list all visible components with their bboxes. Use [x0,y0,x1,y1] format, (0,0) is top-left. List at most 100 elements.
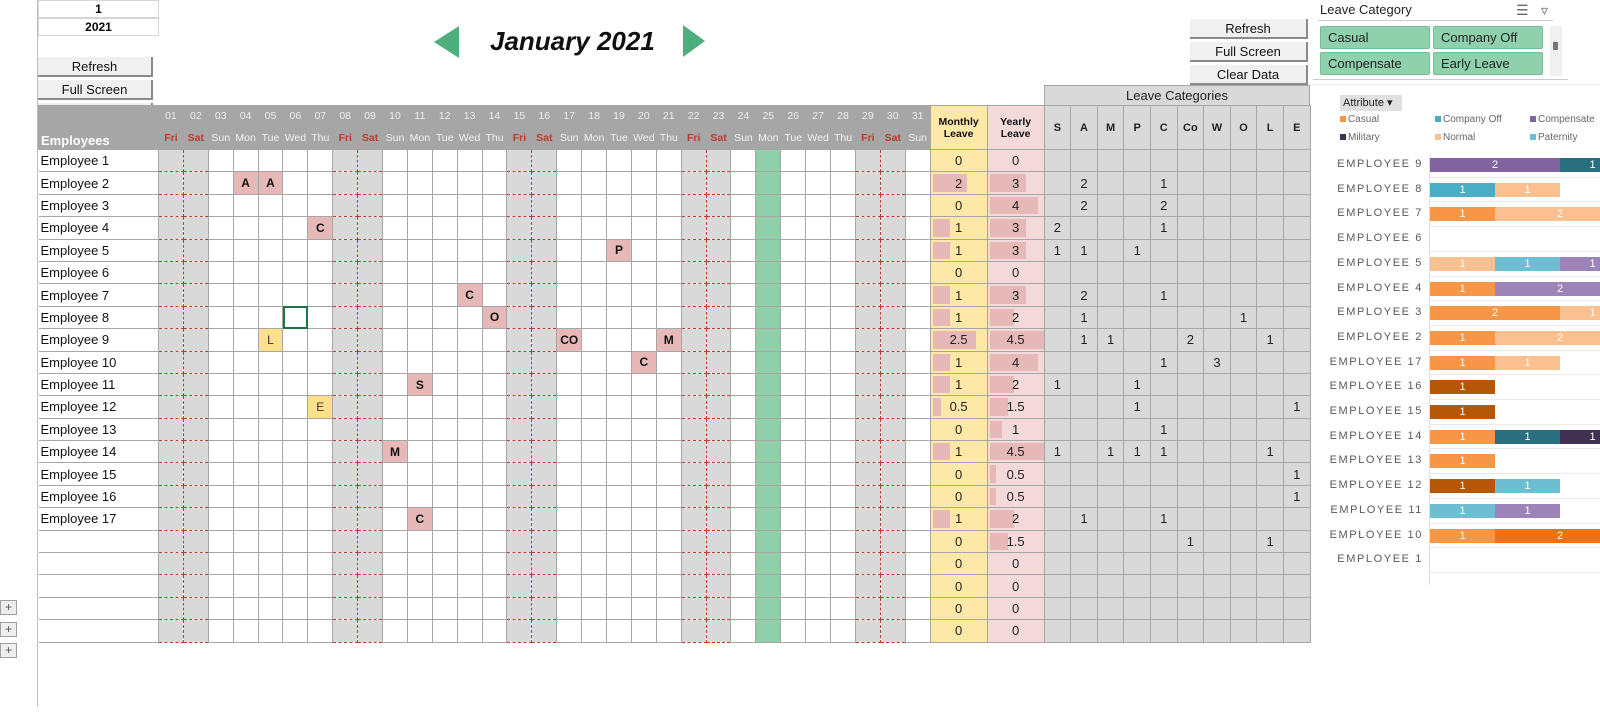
day-cell[interactable] [481,350,508,374]
day-cell[interactable] [506,193,533,218]
day-cell[interactable] [854,238,881,262]
day-cell[interactable] [730,305,757,330]
day-cell[interactable] [854,372,881,397]
day-cell[interactable] [207,260,234,285]
day-cell[interactable] [382,171,408,195]
day-cell[interactable] [680,417,707,442]
day-cell[interactable] [780,529,807,554]
day-cell[interactable] [655,596,682,621]
day-cell[interactable] [456,260,483,285]
day-cell[interactable] [606,372,632,397]
day-cell[interactable] [680,283,707,307]
day-cell[interactable] [382,507,408,531]
day-cell[interactable] [655,372,682,397]
day-cell[interactable] [481,529,508,554]
day-cell[interactable] [830,484,856,509]
day-cell[interactable] [158,395,184,419]
day-cell[interactable] [581,372,608,397]
day-cell[interactable] [431,260,458,285]
day-cell[interactable] [481,328,508,352]
day-cell[interactable] [830,596,856,621]
day-cell[interactable] [481,260,508,285]
day-cell[interactable] [207,193,234,218]
day-cell[interactable] [630,507,657,531]
slicer-scroll-thumb[interactable] [1553,42,1558,50]
day-cell[interactable] [705,596,732,621]
day-cell[interactable] [581,417,608,442]
day-cell[interactable] [630,283,657,307]
day-cell[interactable] [805,619,832,643]
day-cell[interactable] [904,260,931,285]
day-cell[interactable] [431,574,458,598]
day-cell[interactable] [904,507,931,531]
day-cell[interactable] [879,305,906,330]
bar-segment[interactable]: 1 [1430,528,1495,543]
day-cell[interactable] [158,529,184,554]
day-cell[interactable] [904,484,931,509]
bar-segment[interactable]: 1 [1430,207,1495,222]
day-cell[interactable] [830,328,856,352]
day-cell[interactable] [755,148,782,173]
day-cell[interactable] [182,552,209,576]
day-cell[interactable] [232,305,259,330]
day-cell[interactable] [830,462,856,486]
day-cell[interactable] [606,462,632,486]
day-cell[interactable] [755,507,782,531]
bar-segment[interactable]: 1 [1560,256,1600,271]
day-cell[interactable] [606,350,632,374]
employee-name[interactable]: Employee 1 [38,148,159,173]
day-cell[interactable] [332,596,359,621]
day-cell[interactable] [630,619,657,643]
bar-segment[interactable]: 1 [1560,429,1600,444]
day-cell[interactable] [332,328,359,352]
day-cell[interactable] [307,328,334,352]
day-cell[interactable] [879,440,906,464]
day-cell[interactable] [207,440,234,464]
expand-group-button[interactable]: + [0,622,17,637]
day-cell[interactable] [730,440,757,464]
day-cell[interactable] [830,619,856,643]
day-cell[interactable] [481,238,508,262]
day-cell[interactable] [257,596,284,621]
bar-segment[interactable]: 1 [1430,330,1495,345]
day-cell[interactable] [332,574,359,598]
leave-cell[interactable]: E [307,395,334,419]
day-cell[interactable] [755,372,782,397]
day-cell[interactable] [556,417,583,442]
day-cell[interactable] [456,596,483,621]
day-cell[interactable] [232,238,259,262]
day-cell[interactable] [655,417,682,442]
day-cell[interactable] [406,193,433,218]
day-cell[interactable] [705,507,732,531]
day-cell[interactable] [780,148,807,173]
day-cell[interactable] [705,484,732,509]
day-cell[interactable] [332,216,359,240]
day-cell[interactable] [556,260,583,285]
day-cell[interactable] [207,574,234,598]
day-cell[interactable] [830,193,856,218]
day-cell[interactable] [531,462,558,486]
day-cell[interactable] [357,462,384,486]
day-cell[interactable] [680,484,707,509]
day-cell[interactable] [830,574,856,598]
day-cell[interactable] [854,596,881,621]
day-cell[interactable] [531,507,558,531]
day-cell[interactable] [655,260,682,285]
day-cell[interactable] [805,462,832,486]
day-cell[interactable] [307,552,334,576]
day-cell[interactable] [854,216,881,240]
day-cell[interactable] [730,350,757,374]
day-cell[interactable] [680,216,707,240]
day-cell[interactable] [830,395,856,419]
day-cell[interactable] [904,596,931,621]
day-cell[interactable] [357,260,384,285]
day-cell[interactable] [805,148,832,173]
day-cell[interactable] [282,507,309,531]
day-cell[interactable] [158,350,184,374]
day-cell[interactable] [431,328,458,352]
day-cell[interactable] [655,484,682,509]
day-cell[interactable] [780,417,807,442]
day-cell[interactable] [481,148,508,173]
day-cell[interactable] [830,171,856,195]
day-cell[interactable] [854,619,881,643]
